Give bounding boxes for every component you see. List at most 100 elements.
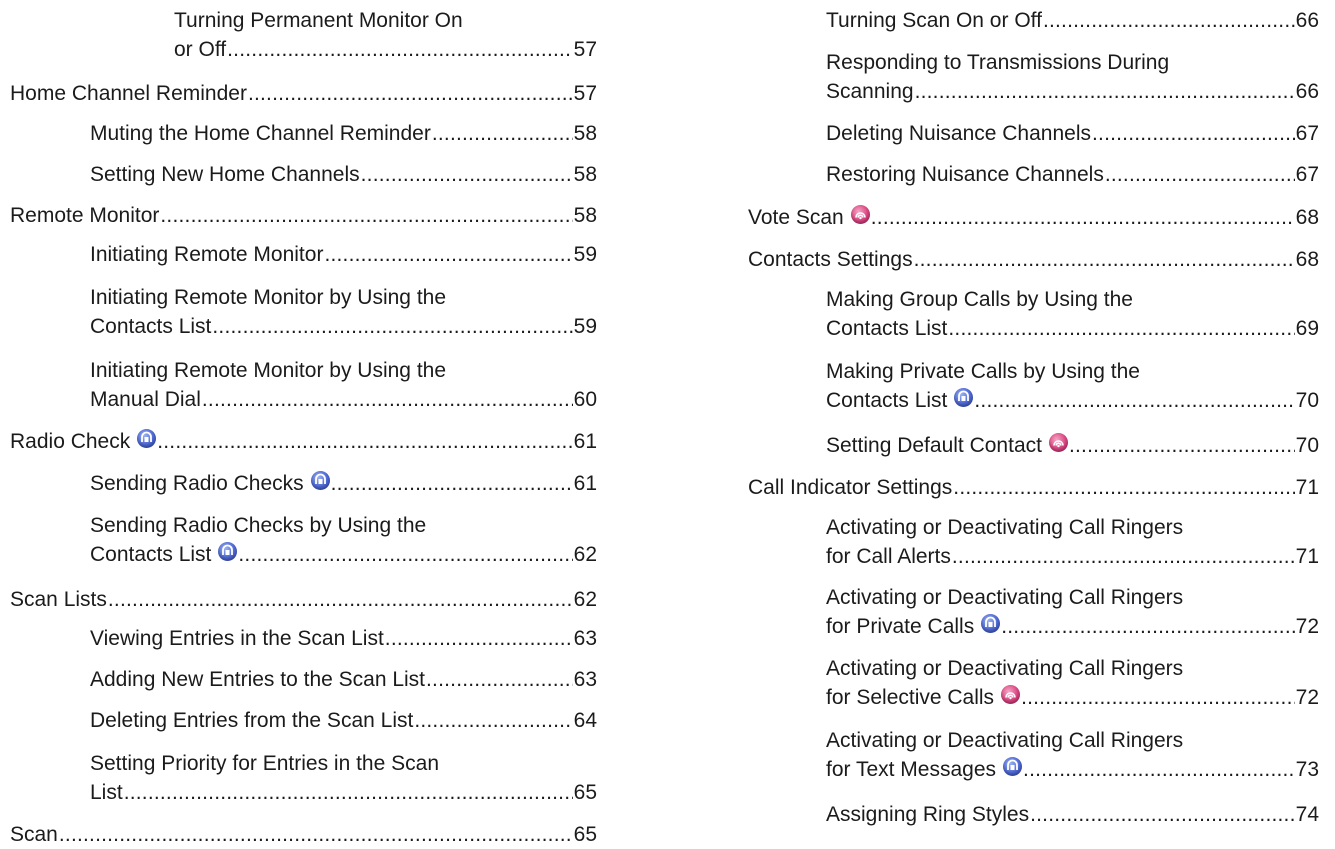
toc-entry-initiating-remote-monitor-by-using-the-contacts-list[interactable]: Initiating Remote Monitor by Using the Co…: [90, 283, 597, 341]
toc-entry-title-cont: Contacts List: [90, 543, 212, 566]
page-number: 59: [573, 243, 597, 266]
toc-entry-setting-default-contact[interactable]: Setting Default Contact 70: [826, 431, 1319, 460]
page-number: 62: [573, 588, 597, 611]
toc-entry-sending-radio-checks-by-using-the-contacts-list[interactable]: Sending Radio Checks by Using the Contact…: [90, 511, 597, 569]
dot-leader: [426, 665, 573, 694]
toc-entry-title: Assigning Ring Styles: [826, 803, 1030, 826]
page-number: 58: [573, 122, 597, 145]
dot-leader: [248, 79, 573, 108]
toc-entry-title-cont: for Selective Calls: [826, 686, 995, 709]
toc-entry-activating-or-deactivating-call-ringers-for-selective-calls[interactable]: Activating or Deactivating Call Ringers f…: [826, 654, 1319, 712]
dot-leader: [974, 386, 1294, 415]
dot-leader: [385, 624, 573, 653]
toc-entry-activating-or-deactivating-call-ringers-for-text-messages[interactable]: Activating or Deactivating Call Ringers f…: [826, 726, 1319, 784]
page-number: 67: [1295, 163, 1319, 186]
radio-check-badge-icon: [1003, 757, 1023, 776]
page-number: 70: [1295, 434, 1319, 457]
page-number: 71: [1295, 545, 1319, 568]
toc-entry-title-cont: Contacts List: [826, 317, 948, 340]
toc-entry-sending-radio-checks[interactable]: Sending Radio Checks 61: [90, 469, 597, 498]
toc-entry-call-indicator-settings[interactable]: Call Indicator Settings 71: [748, 473, 1319, 502]
toc-entry-title-cont: Contacts List: [826, 389, 948, 412]
page-number: 74: [1295, 803, 1319, 826]
toc-entry-setting-new-home-channels[interactable]: Setting New Home Channels 58: [90, 160, 597, 189]
page-number: 57: [573, 82, 597, 105]
toc-entry-turning-permanent-monitor-on-or-off[interactable]: Turning Permanent Monitor On or Off 57: [174, 6, 597, 64]
dot-leader: [124, 778, 573, 807]
page-number: 66: [1295, 9, 1319, 32]
toc-entry-initiating-remote-monitor-by-using-the-manual-dial[interactable]: Initiating Remote Monitor by Using the Ma…: [90, 356, 597, 414]
toc-entry-vote-scan[interactable]: Vote Scan 68: [748, 203, 1319, 232]
dot-leader: [915, 77, 1295, 106]
toc-entry-radio-check[interactable]: Radio Check 61: [10, 427, 597, 456]
page-number: 61: [573, 472, 597, 495]
dot-leader: [157, 427, 572, 456]
toc-entry-title: Setting New Home Channels: [90, 163, 360, 186]
toc-entry-scan-lists[interactable]: Scan Lists 62: [10, 585, 597, 614]
toc-entry-scan[interactable]: Scan 65: [10, 820, 597, 849]
toc-entry-title: Contacts Settings: [748, 248, 913, 271]
page-number: 71: [1295, 476, 1319, 499]
toc-entry-contacts-settings[interactable]: Contacts Settings 68: [748, 245, 1319, 274]
toc-entry-remote-monitor[interactable]: Remote Monitor 58: [10, 201, 597, 230]
toc-entry-title: Call Indicator Settings: [748, 476, 953, 499]
toc-entry-adding-new-entries-to-the-scan-list[interactable]: Adding New Entries to the Scan List 63: [90, 665, 597, 694]
dot-leader: [227, 35, 573, 64]
dot-leader: [238, 540, 572, 569]
toc-entry-title: Deleting Entries from the Scan List: [90, 709, 414, 732]
toc-entry-title: Activating or Deactivating Call Ringers: [826, 657, 1184, 680]
page-number: 66: [1295, 80, 1319, 103]
toc-entry-responding-to-transmissions-during-scanning[interactable]: Responding to Transmissions During Scanni…: [826, 48, 1319, 106]
page-number: 65: [573, 823, 597, 846]
dot-leader: [1105, 160, 1295, 189]
dot-leader: [953, 473, 1294, 502]
dot-leader: [1069, 431, 1295, 460]
toc-entry-title: Setting Default Contact: [826, 434, 1042, 457]
page-number: 67: [1295, 122, 1319, 145]
toc-entry-setting-priority-for-entries-in-the-scan-list[interactable]: Setting Priority for Entries in the Scan…: [90, 749, 597, 807]
toc-entry-title-cont: Contacts List: [90, 315, 212, 338]
toc-entry-title: Sending Radio Checks by Using the: [90, 514, 427, 537]
toc-entry-initiating-remote-monitor[interactable]: Initiating Remote Monitor 59: [90, 240, 597, 269]
toc-entry-muting-the-home-channel-reminder[interactable]: Muting the Home Channel Reminder 58: [90, 119, 597, 148]
dot-leader: [1043, 6, 1295, 35]
dot-leader: [59, 820, 573, 849]
page-number: 72: [1295, 615, 1319, 638]
toc-entry-deleting-entries-from-the-scan-list[interactable]: Deleting Entries from the Scan List 64: [90, 706, 597, 735]
toc-entry-title: Turning Scan On or Off: [826, 9, 1042, 32]
toc-entry-making-group-calls-by-using-the-contacts-list[interactable]: Making Group Calls by Using the Contacts …: [826, 285, 1319, 343]
toc-entry-title: Making Group Calls by Using the: [826, 288, 1133, 311]
dot-leader: [871, 203, 1295, 232]
toc-entry-viewing-entries-in-the-scan-list[interactable]: Viewing Entries in the Scan List 63: [90, 624, 597, 653]
dot-leader: [202, 385, 573, 414]
page-number: 62: [573, 543, 597, 566]
toc-entry-deleting-nuisance-channels[interactable]: Deleting Nuisance Channels 67: [826, 119, 1319, 148]
toc-entry-title-cont: for Private Calls: [826, 615, 975, 638]
page-number: 65: [573, 781, 597, 804]
dot-leader: [914, 245, 1295, 274]
toc-entry-activating-or-deactivating-call-ringers-for-call-alerts[interactable]: Activating or Deactivating Call Ringers f…: [826, 513, 1319, 571]
dot-leader: [212, 312, 572, 341]
toc-entry-restoring-nuisance-channels[interactable]: Restoring Nuisance Channels 67: [826, 160, 1319, 189]
toc-entry-activating-or-deactivating-call-ringers-for-private-calls[interactable]: Activating or Deactivating Call Ringers f…: [826, 583, 1319, 641]
radio-check-badge-icon: [137, 429, 157, 448]
dot-leader: [432, 119, 573, 148]
toc-entry-title-cont: for Text Messages: [826, 758, 997, 781]
toc-entry-title: Initiating Remote Monitor by Using the: [90, 286, 447, 309]
dot-leader: [108, 585, 573, 614]
toc-entry-title: Muting the Home Channel Reminder: [90, 122, 431, 145]
dot-leader: [324, 240, 572, 269]
toc-entry-title: Initiating Remote Monitor: [90, 243, 324, 266]
dot-leader: [160, 201, 572, 230]
dot-leader: [1021, 683, 1295, 712]
toc-entry-turning-scan-on-or-off[interactable]: Turning Scan On or Off 66: [826, 6, 1319, 35]
toc-entry-assigning-ring-styles[interactable]: Assigning Ring Styles 74: [826, 800, 1319, 829]
toc-entry-home-channel-reminder[interactable]: Home Channel Reminder 57: [10, 79, 597, 108]
toc-entry-title: Sending Radio Checks: [90, 472, 304, 495]
dot-leader: [1001, 612, 1294, 641]
toc-entry-title: Activating or Deactivating Call Ringers: [826, 729, 1184, 752]
toc-entry-title: Vote Scan: [748, 206, 844, 229]
radio-check-badge-icon: [981, 614, 1001, 633]
toc-entry-title-cont: or Off: [174, 38, 227, 61]
toc-entry-making-private-calls-by-using-the-contacts-list[interactable]: Making Private Calls by Using the Contact…: [826, 357, 1319, 415]
